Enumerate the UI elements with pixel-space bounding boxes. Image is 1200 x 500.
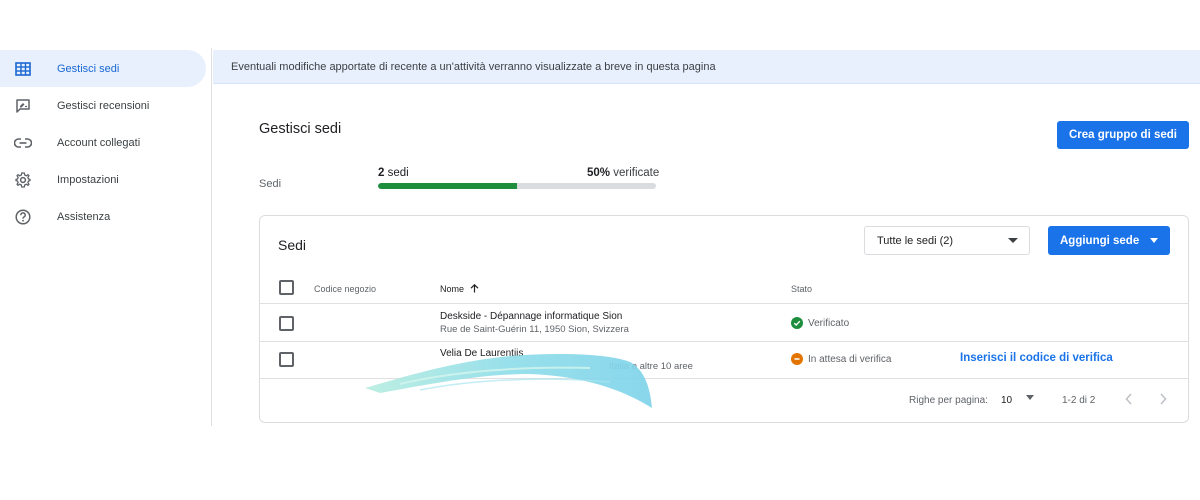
sidebar-item-impostazioni[interactable]: Impostazioni xyxy=(0,161,212,198)
progress-label: Sedi xyxy=(259,178,282,190)
verified-percent-unit: verificate xyxy=(613,167,660,179)
info-banner: Eventuali modifiche apportate di recente… xyxy=(213,50,1200,84)
next-page-icon[interactable] xyxy=(1158,392,1168,409)
sidebar: Gestisci sedi Gestisci recensioni Accoun… xyxy=(0,48,212,426)
pagination-range: 1-2 di 2 xyxy=(1062,395,1096,406)
create-group-button[interactable]: Crea gruppo di sedi xyxy=(1057,121,1189,149)
verification-progress-fill xyxy=(378,183,517,189)
redaction-brush-overlay xyxy=(365,354,652,408)
sidebar-item-label: Assistenza xyxy=(57,210,111,223)
sort-ascending-icon xyxy=(470,284,479,295)
location-status: Verificato xyxy=(791,317,849,329)
previous-page-icon[interactable] xyxy=(1124,392,1134,409)
sidebar-item-account-collegati[interactable]: Account collegati xyxy=(0,124,212,161)
pending-minus-icon xyxy=(791,353,803,365)
sidebar-item-gestisci-recensioni[interactable]: Gestisci recensioni xyxy=(0,87,212,124)
caret-down-icon xyxy=(1008,238,1018,243)
help-icon xyxy=(14,208,32,226)
location-count-unit: sedi xyxy=(387,167,409,179)
sidebar-item-gestisci-sedi[interactable]: Gestisci sedi xyxy=(0,50,206,87)
column-header-name[interactable]: Nome xyxy=(440,284,479,295)
verified-percent: 50% verificate xyxy=(587,167,659,179)
gear-icon xyxy=(14,171,32,189)
sidebar-item-label: Impostazioni xyxy=(57,173,119,186)
table-row[interactable]: Deskside - Dépannage informatique Sion R… xyxy=(260,305,1188,342)
sidebar-item-label: Gestisci sedi xyxy=(57,62,120,75)
location-count-value: 2 xyxy=(378,167,385,179)
link-icon xyxy=(14,134,32,152)
verified-percent-value: 50% xyxy=(587,167,611,179)
building-grid-icon xyxy=(14,60,32,78)
column-header-name-label: Nome xyxy=(440,284,465,294)
card-title: Sedi xyxy=(278,237,307,253)
review-chat-icon xyxy=(14,97,32,115)
banner-text: Eventuali modifiche apportate di recente… xyxy=(231,60,716,73)
add-location-label: Aggiungi sede xyxy=(1060,234,1140,247)
add-location-button[interactable]: Aggiungi sede xyxy=(1048,226,1170,255)
location-address: Rue de Saint-Guérin 11, 1950 Sion, Svizz… xyxy=(440,324,629,335)
caret-down-icon xyxy=(1150,238,1158,243)
sidebar-item-label: Account collegati xyxy=(57,136,141,149)
locations-filter-dropdown[interactable]: Tutte le sedi (2) xyxy=(864,226,1030,255)
rows-per-page-label: Righe per pagina: xyxy=(909,395,988,406)
caret-down-icon xyxy=(1026,395,1034,400)
verification-progress-bar xyxy=(378,183,656,189)
sidebar-item-label: Gestisci recensioni xyxy=(57,99,150,112)
location-count: 2 sedi xyxy=(378,167,409,179)
page-title: Gestisci sedi xyxy=(259,121,342,137)
column-header-status: Stato xyxy=(791,284,813,294)
rows-per-page-select[interactable]: 10 xyxy=(1001,395,1012,406)
sidebar-item-assistenza[interactable]: Assistenza xyxy=(0,198,212,235)
enter-verification-code-link[interactable]: Inserisci il codice di verifica xyxy=(960,352,1113,364)
select-all-checkbox[interactable] xyxy=(279,280,294,295)
column-header-store-code: Codice negozio xyxy=(314,284,377,294)
filter-selected-value: Tutte le sedi (2) xyxy=(877,234,954,247)
row-checkbox[interactable] xyxy=(279,316,294,331)
check-circle-icon xyxy=(791,317,803,329)
status-text: In attesa di verifica xyxy=(808,353,892,365)
table-header: Codice negozio Nome Stato xyxy=(260,271,1188,304)
row-checkbox[interactable] xyxy=(279,352,294,367)
location-status: In attesa di verifica xyxy=(791,353,891,365)
status-text: Verificato xyxy=(808,317,850,329)
location-name[interactable]: Deskside - Dépannage informatique Sion xyxy=(440,311,622,322)
